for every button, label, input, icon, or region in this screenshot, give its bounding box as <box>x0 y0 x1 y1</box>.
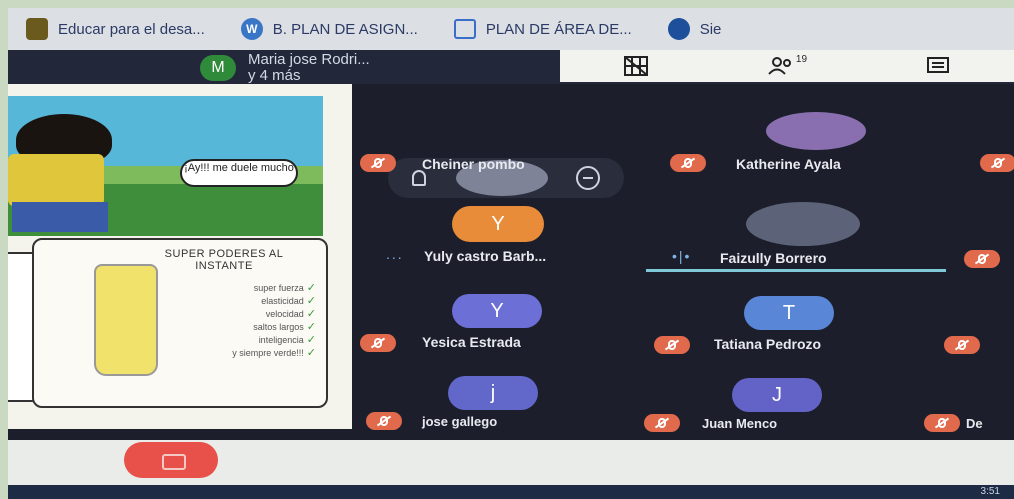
participant-avatar: j <box>448 376 538 410</box>
table-icon <box>453 19 476 39</box>
participant-photo <box>746 202 860 246</box>
participant-avatar: Y <box>452 294 542 328</box>
participant-name: Yesica Estrada <box>422 334 521 350</box>
participant-name: Juan Menco <box>702 416 778 431</box>
participant-avatar: T <box>744 296 834 330</box>
bookmark-educar[interactable]: Educar para el desa... <box>8 18 223 40</box>
participant-avatar: Y <box>452 206 544 242</box>
active-speaker: M Maria jose Rodri... y 4 más <box>200 52 370 84</box>
speaking-underline <box>646 269 946 272</box>
bookmarks-bar: Educar para el desa... W B. PLAN DE ASIG… <box>8 8 1014 50</box>
meeting-top-bar: M Maria jose Rodri... y 4 más 19 <box>8 50 1014 84</box>
muted-mic-icon <box>366 412 402 430</box>
bookmark-plan-asign[interactable]: W B. PLAN DE ASIGN... <box>223 18 436 40</box>
participant-photo <box>766 112 866 150</box>
muted-mic-icon <box>644 414 680 432</box>
wordpress-icon: W <box>240 18 263 40</box>
shared-screen: ¡Ay!!! me duele mucho SUPER PODERES AL I… <box>8 84 352 429</box>
chat-icon <box>927 57 950 73</box>
speaker-extra: y 4 más <box>248 67 301 84</box>
bottle-image <box>94 264 158 376</box>
participant-avatar: J <box>732 378 822 412</box>
os-taskbar: 3:51 <box>8 485 1014 499</box>
chat-button[interactable] <box>863 56 1014 76</box>
muted-mic-icon <box>654 336 690 354</box>
speaking-indicator: •|• <box>672 248 692 264</box>
muted-mic-icon <box>360 334 396 352</box>
bookmark-label: Sie <box>699 20 722 38</box>
participant-name: jose gallego <box>422 414 498 429</box>
clock: 3:51 <box>980 486 1000 497</box>
comic-panel-powers: SUPER PODERES AL INSTANTE super fuerza e… <box>32 238 328 408</box>
bookmark-sie[interactable]: Sie <box>650 18 740 40</box>
bookmark-label: B. PLAN DE ASIGN... <box>272 20 418 38</box>
bell-icon[interactable] <box>412 170 426 186</box>
participant-name: Cheiner pombo <box>422 156 525 172</box>
camera-off-button[interactable] <box>124 442 218 478</box>
muted-mic-icon <box>924 414 960 432</box>
people-icon <box>768 57 791 75</box>
powers-title: SUPER PODERES AL INSTANTE <box>164 248 284 272</box>
speaker-names: Maria jose Rodri... y 4 más <box>248 52 370 84</box>
bookmark-label: PLAN DE ÁREA DE... <box>485 20 632 38</box>
powers-list: super fuerza elasticidad velocidad salto… <box>166 282 316 360</box>
muted-mic-icon <box>670 154 706 172</box>
comic-panel-scene: ¡Ay!!! me duele mucho <box>8 96 323 236</box>
layout-grid-button[interactable] <box>560 55 711 77</box>
meeting-toolbar: 19 <box>560 50 1014 82</box>
bookmark-label: Educar para el desa... <box>58 20 205 38</box>
status-dots: ... <box>386 246 404 262</box>
muted-mic-icon <box>964 250 1000 268</box>
participant-name: Tatiana Pedrozo <box>714 336 822 352</box>
muted-mic-icon <box>360 154 396 172</box>
meeting-window: M Maria jose Rodri... y 4 más 19 ¡Ay!!! … <box>8 50 1014 440</box>
speech-bubble: ¡Ay!!! me duele mucho <box>180 159 298 187</box>
participant-name: Yuly castro Barb... <box>424 248 547 264</box>
participants-button[interactable]: 19 <box>711 53 862 76</box>
participant-name: De <box>966 416 983 431</box>
participants-count: 19 <box>795 53 808 65</box>
meeting-controls <box>8 440 1014 485</box>
participant-name: Faizully Borrero <box>720 250 827 266</box>
bookmark-plan-area[interactable]: PLAN DE ÁREA DE... <box>436 19 650 39</box>
muted-mic-icon <box>980 154 1014 172</box>
muted-mic-icon <box>944 336 980 354</box>
remove-icon[interactable] <box>576 166 600 190</box>
globe-icon <box>667 18 690 40</box>
grid-off-icon <box>623 56 648 76</box>
speaker-avatar: M <box>200 55 236 81</box>
speaker-name: Maria jose Rodri... <box>248 51 370 68</box>
participant-name: Katherine Ayala <box>736 156 841 172</box>
comic-character <box>8 114 112 234</box>
leaf-icon <box>26 18 48 40</box>
